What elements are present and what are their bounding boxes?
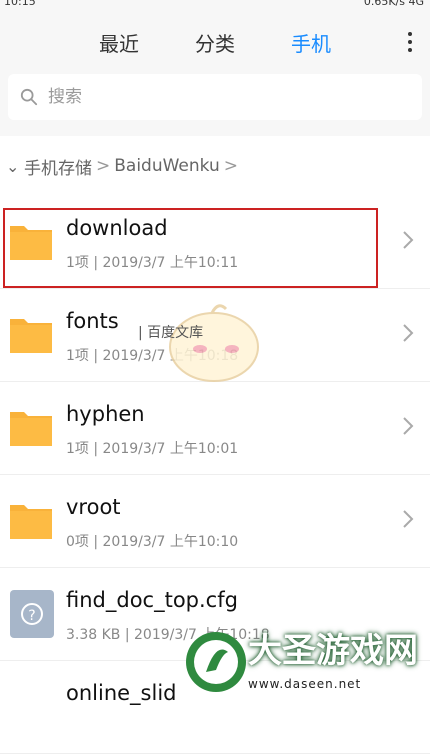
- tab-phone[interactable]: 手机: [263, 28, 359, 57]
- tab-category[interactable]: 分类: [167, 28, 263, 57]
- collapse-chevron-icon[interactable]: ⌄: [6, 157, 19, 176]
- file-meta: 1项 | 2019/3/7 上午10:01: [66, 441, 239, 457]
- list-item-vroot[interactable]: vroot 0项 | 2019/3/7 上午10:10: [0, 475, 430, 568]
- file-meta: 1项 | 2019/3/7 上午10:11: [66, 255, 239, 271]
- top-tabs: 最近 分类 手机: [0, 10, 430, 74]
- status-info: 0.65K/s 4G: [363, 0, 424, 8]
- search-input[interactable]: [46, 86, 350, 108]
- breadcrumb: ⌄ 手机存储 > BaiduWenku >: [0, 136, 430, 196]
- file-name: hyphen: [66, 402, 145, 426]
- chevron-right-icon: [403, 510, 414, 528]
- breadcrumb-separator-icon: >: [96, 156, 111, 176]
- breadcrumb-current[interactable]: BaiduWenku: [114, 156, 220, 176]
- folder-icon: [10, 226, 52, 260]
- watermark-url: www.daseen.net: [248, 677, 362, 691]
- unknown-file-icon: ?: [10, 590, 54, 638]
- list-item-hyphen[interactable]: hyphen 1项 | 2019/3/7 上午10:01: [0, 382, 430, 475]
- mascot-watermark-icon: [169, 304, 259, 382]
- folder-icon: [10, 505, 52, 539]
- status-bar: 10:15 0.65K/s 4G: [0, 0, 430, 10]
- folder-icon: [10, 412, 52, 446]
- watermark-title: 大圣游戏网: [248, 631, 418, 671]
- file-name: download: [66, 216, 168, 240]
- search-bar[interactable]: [8, 74, 422, 120]
- breadcrumb-root[interactable]: 手机存储: [24, 154, 92, 179]
- chevron-right-icon: [403, 231, 414, 249]
- list-item-download[interactable]: download 1项 | 2019/3/7 上午10:11: [0, 196, 430, 289]
- status-time: 10:15: [4, 0, 36, 8]
- chevron-right-icon: [403, 417, 414, 435]
- more-menu-icon[interactable]: [400, 28, 420, 56]
- file-meta: 0项 | 2019/3/7 上午10:10: [66, 534, 239, 550]
- file-name: online_slid: [66, 681, 177, 705]
- file-name: vroot: [66, 495, 121, 519]
- folder-icon: [10, 319, 52, 353]
- tab-recent[interactable]: 最近: [71, 28, 167, 57]
- file-name: fonts: [66, 309, 119, 333]
- chevron-right-icon: [403, 324, 414, 342]
- file-name: find_doc_top.cfg: [66, 588, 238, 612]
- breadcrumb-end-icon: >: [223, 156, 239, 176]
- search-icon: [20, 88, 38, 106]
- overlay-label: | 百度文库: [138, 325, 204, 341]
